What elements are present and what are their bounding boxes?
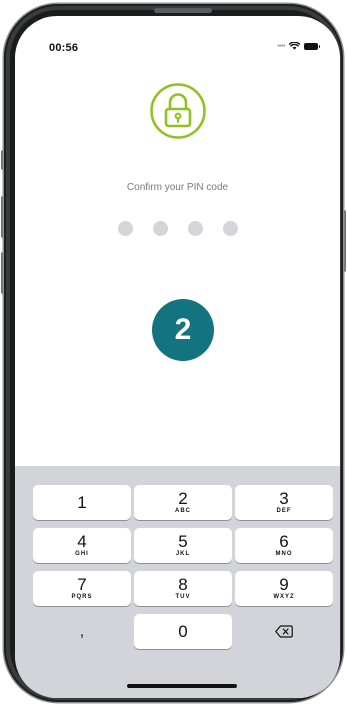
- key-4[interactable]: 4 GHI: [33, 528, 131, 563]
- key-2[interactable]: 2 ABC: [134, 485, 232, 520]
- key-number: 3: [279, 489, 289, 508]
- key-letters: JKL: [175, 551, 191, 557]
- home-indicator[interactable]: [127, 684, 237, 688]
- key-letters: DEF: [276, 508, 292, 514]
- pin-prompt: Confirm your PIN code: [126, 182, 229, 193]
- key-number: 4: [77, 532, 87, 551]
- wifi-icon: [289, 42, 300, 50]
- pin-dot: [117, 221, 133, 236]
- key-number: 6: [279, 532, 289, 551]
- key-delete[interactable]: [235, 614, 333, 649]
- key-number: 1: [77, 493, 87, 512]
- key-9[interactable]: 9 WXYZ: [235, 571, 333, 606]
- pin-indicator: [15, 221, 340, 236]
- step-badge: 2: [152, 299, 214, 361]
- status-time: 00:56: [49, 42, 79, 54]
- key-8[interactable]: 8 TUV: [134, 571, 232, 606]
- pin-dot: [187, 221, 203, 236]
- pin-dot: [222, 221, 238, 236]
- numeric-keypad: 1 2 ABC 3 DEF 4 GHI 5 JKL 6 MNO 7 PQRS 8…: [15, 466, 340, 698]
- lock-icon: [149, 82, 207, 140]
- pin-dot: [152, 221, 168, 236]
- phone-frame: 00:56 •••• Confirm your PIN code 2 1 2 A…: [4, 4, 343, 702]
- backspace-icon: [275, 625, 293, 638]
- key-5[interactable]: 5 JKL: [134, 528, 232, 563]
- battery-icon: [304, 42, 320, 50]
- speaker-grille: [154, 8, 212, 13]
- key-letters: GHI: [75, 551, 89, 557]
- key-letters: ABC: [175, 508, 191, 514]
- key-number: 8: [178, 575, 188, 594]
- key-1[interactable]: 1: [33, 485, 131, 520]
- screen: 00:56 •••• Confirm your PIN code 2 1 2 A…: [15, 16, 340, 698]
- device-mockup: 00:56 •••• Confirm your PIN code 2 1 2 A…: [0, 0, 347, 706]
- status-icons: ••••: [277, 42, 320, 50]
- key-number: 9: [279, 575, 289, 594]
- key-7[interactable]: 7 PQRS: [33, 571, 131, 606]
- key-number: 0: [178, 622, 188, 641]
- key-letters: TUV: [175, 594, 191, 600]
- key-0[interactable]: 0: [134, 614, 232, 649]
- key-6[interactable]: 6 MNO: [235, 528, 333, 563]
- key-comma[interactable]: ,: [33, 614, 131, 649]
- key-number: 2: [178, 489, 188, 508]
- signal-dots-icon: ••••: [277, 42, 285, 50]
- key-letters: WXYZ: [273, 594, 295, 600]
- key-letters: MNO: [275, 551, 293, 557]
- key-number: 7: [77, 575, 87, 594]
- key-3[interactable]: 3 DEF: [235, 485, 333, 520]
- key-letters: PQRS: [71, 594, 93, 600]
- key-number: 5: [178, 532, 188, 551]
